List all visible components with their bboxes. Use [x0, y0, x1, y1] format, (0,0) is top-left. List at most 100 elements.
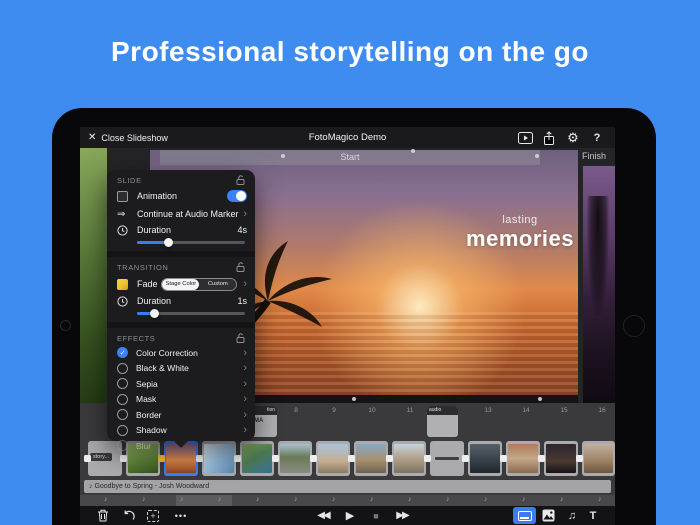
undo-button[interactable] — [119, 506, 137, 525]
note-icon: ♪ — [446, 496, 450, 503]
transition-marker[interactable] — [234, 455, 241, 462]
animation-toggle[interactable] — [227, 190, 247, 202]
rewind-button[interactable]: ◀◀ — [312, 506, 334, 525]
radio-icon[interactable] — [117, 409, 128, 420]
chevron-right-icon: › — [243, 209, 247, 219]
start-stage-bar[interactable]: Start — [160, 150, 540, 165]
section-divider — [107, 251, 255, 257]
radio-icon[interactable] — [117, 425, 128, 436]
selection-handle[interactable] — [281, 154, 285, 158]
insert-button[interactable]: + — [144, 506, 162, 525]
ruler-tick: 8 — [289, 407, 303, 414]
effect-color-correction[interactable]: ✓ Color Correction › — [107, 345, 255, 361]
radio-icon[interactable] — [117, 363, 128, 374]
slide-duration-slider[interactable] — [137, 237, 245, 247]
transition-marker[interactable] — [462, 455, 469, 462]
more-button[interactable]: ••• — [170, 506, 192, 525]
stop-button[interactable]: ■ — [370, 506, 382, 525]
transition-marker-fade[interactable] — [158, 455, 165, 462]
previous-slide-preview[interactable] — [80, 148, 107, 403]
delete-button[interactable] — [94, 506, 112, 525]
timeline-item-photo[interactable] — [582, 441, 615, 476]
slide-section-header: SLIDE — [117, 176, 142, 185]
transition-marker[interactable] — [576, 455, 583, 462]
music-browser-button[interactable]: ♫ — [564, 506, 580, 525]
duration-label: Duration — [137, 296, 237, 306]
selection-handle[interactable] — [411, 149, 415, 153]
timeline-item-photo[interactable] — [316, 441, 350, 476]
animation-label: Animation — [137, 191, 227, 201]
radio-icon[interactable] — [117, 394, 128, 405]
settings-button[interactable]: ⚙ — [564, 129, 582, 146]
transition-marker[interactable] — [120, 455, 127, 462]
segment-stage-color[interactable]: Stage Color — [162, 279, 199, 290]
effect-shadow[interactable]: Shadow › — [107, 423, 255, 439]
note-icon: ♪ — [142, 496, 146, 503]
transition-type-row[interactable]: Fade Stage Color Custom › — [107, 274, 255, 294]
note-icon: ♪ — [484, 496, 488, 503]
timeline-item-photo[interactable] — [354, 441, 388, 476]
selection-handle[interactable] — [535, 154, 539, 158]
timeline-view-button[interactable] — [513, 507, 536, 524]
text-tool-button[interactable]: T — [585, 506, 601, 525]
note-icon: ♪ — [218, 496, 222, 503]
radio-icon[interactable] — [117, 440, 128, 451]
transition-marker[interactable] — [84, 455, 91, 462]
caption-clip[interactable]: tion MA — [252, 406, 277, 437]
ruler-tick: 9 — [327, 407, 341, 414]
media-browser-button[interactable] — [539, 506, 557, 525]
audio-clip[interactable]: audio — [427, 406, 458, 437]
effect-border[interactable]: Border › — [107, 407, 255, 423]
transition-marker[interactable] — [196, 455, 203, 462]
fast-forward-button[interactable]: ▶▶ — [391, 506, 413, 525]
effect-black-white[interactable]: Black & White › — [107, 361, 255, 377]
photo-caption-small: lasting — [450, 214, 590, 226]
ruler-tick: 10 — [365, 407, 379, 414]
finish-stage-preview[interactable] — [583, 166, 615, 403]
timeline-item-photo[interactable] — [544, 441, 578, 476]
slide-duration-row: Duration 4s — [107, 223, 255, 237]
transition-marker[interactable] — [272, 455, 279, 462]
transition-duration-slider[interactable] — [137, 308, 245, 318]
chevron-right-icon: › — [243, 279, 247, 289]
slider-knob[interactable] — [150, 309, 159, 318]
transition-marker[interactable] — [386, 455, 393, 462]
continue-at-audio-marker-row[interactable]: ⇒ Continue at Audio Marker › — [107, 205, 255, 223]
segment-custom[interactable]: Custom — [199, 279, 236, 290]
slider-knob[interactable] — [164, 238, 173, 247]
unlock-icon[interactable] — [236, 333, 245, 343]
note-icon: ♪ — [522, 496, 526, 503]
unlock-icon[interactable] — [236, 175, 245, 185]
insert-plus-icon: + — [147, 510, 159, 522]
play-slideshow-button[interactable] — [516, 129, 534, 146]
chevron-right-icon: › — [243, 348, 247, 358]
continue-label: Continue at Audio Marker — [137, 209, 243, 219]
effect-mask[interactable]: Mask › — [107, 392, 255, 408]
share-button[interactable] — [540, 129, 558, 146]
music-track[interactable]: ♪ Goodbye to Spring - Josh Woodward — [84, 480, 611, 493]
unlock-icon[interactable] — [236, 262, 245, 272]
timeline-item-photo[interactable] — [278, 441, 312, 476]
note-icon: ♪ — [332, 496, 336, 503]
transition-marker[interactable] — [500, 455, 507, 462]
effect-blur[interactable]: Blur › — [107, 438, 255, 454]
transition-marker[interactable] — [348, 455, 355, 462]
transition-marker[interactable] — [424, 455, 431, 462]
selection-handle[interactable] — [352, 397, 356, 401]
transition-marker[interactable] — [310, 455, 317, 462]
timeline-item-photo[interactable] — [506, 441, 540, 476]
play-button[interactable]: ▶ — [343, 506, 357, 525]
timeline-item-gap[interactable] — [430, 441, 464, 476]
transition-marker[interactable] — [538, 455, 545, 462]
effect-label: Border — [136, 410, 243, 420]
effect-sepia[interactable]: Sepia › — [107, 376, 255, 392]
timeline-item-photo[interactable] — [392, 441, 426, 476]
radio-icon[interactable] — [117, 378, 128, 389]
chevron-right-icon: › — [243, 379, 247, 389]
caption-clip-body: MA — [252, 415, 277, 427]
help-button[interactable]: ? — [588, 129, 606, 146]
chevron-right-icon: › — [243, 441, 247, 451]
selection-handle[interactable] — [538, 397, 542, 401]
timeline-item-photo[interactable] — [468, 441, 502, 476]
radio-selected-icon[interactable]: ✓ — [117, 347, 128, 358]
